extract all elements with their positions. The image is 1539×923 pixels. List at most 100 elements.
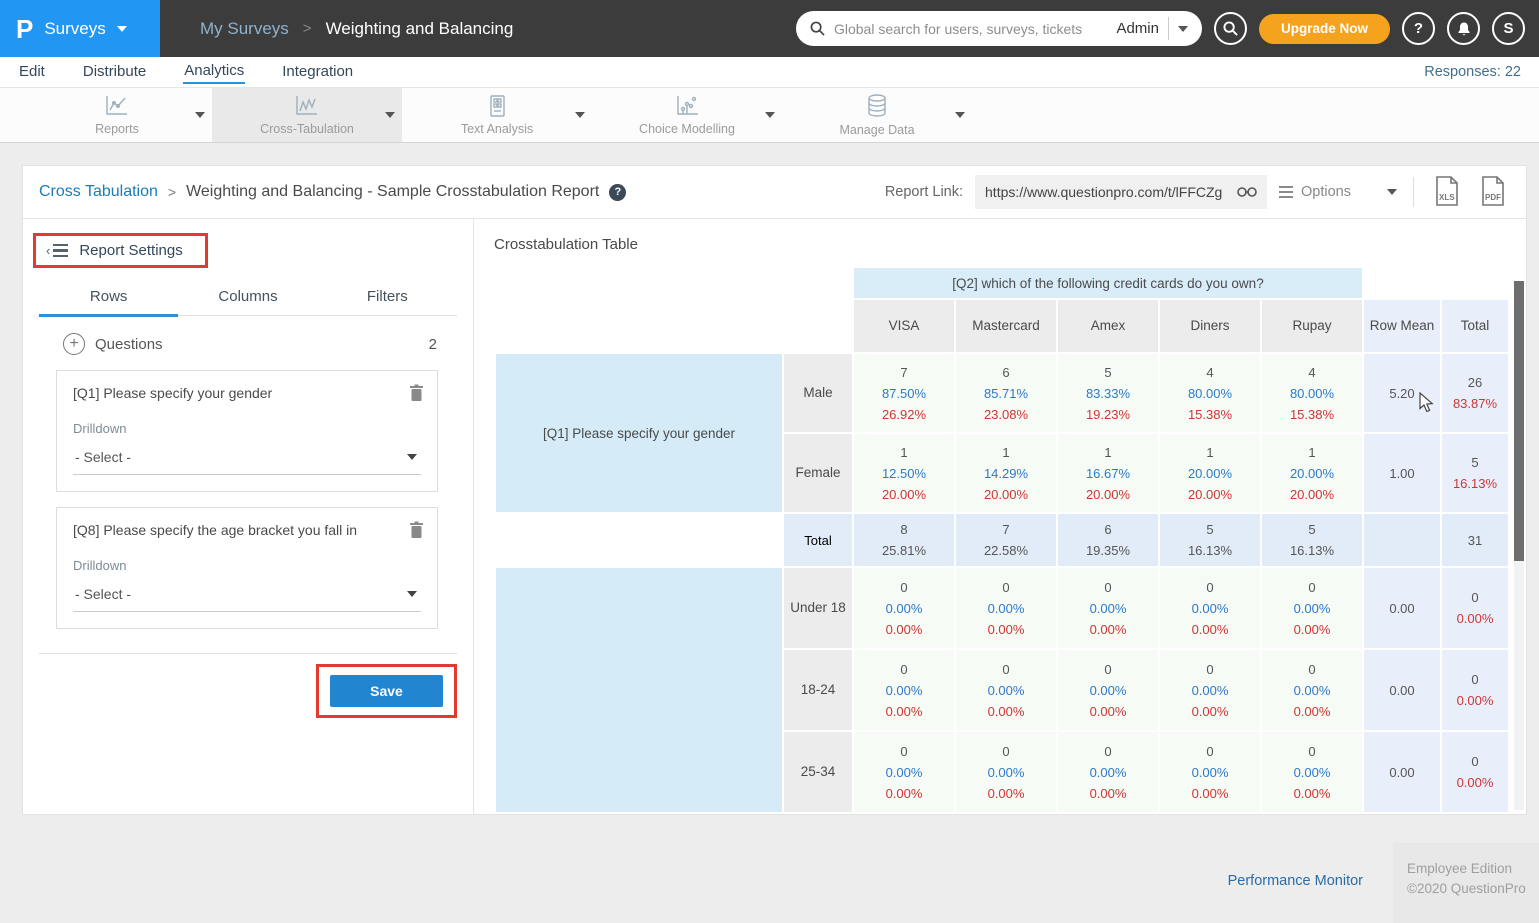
breadcrumb: My Surveys > Weighting and Balancing <box>200 0 513 57</box>
cell-value: 12.50% <box>854 463 954 484</box>
tab-distribute[interactable]: Distribute <box>82 61 147 83</box>
tab-edit[interactable]: Edit <box>18 61 46 83</box>
tool-label: Reports <box>95 122 139 136</box>
drilldown-select[interactable]: - Select - <box>73 449 421 475</box>
xls-file-icon: XLS <box>1434 176 1460 206</box>
scatter-chart-icon <box>673 94 701 118</box>
report-header-bar: Cross Tabulation > Weighting and Balanci… <box>23 166 1526 219</box>
help-button[interactable]: ? <box>1402 12 1435 45</box>
copyright-label: ©2020 QuestionPro <box>1407 879 1539 899</box>
notifications-button[interactable] <box>1447 12 1480 45</box>
cell-value: 0 <box>1160 741 1260 762</box>
cell-value: 1 <box>1160 442 1260 463</box>
crosstab-data-cell: 00.00%0.00% <box>1160 650 1260 730</box>
drilldown-select[interactable]: - Select - <box>73 586 421 612</box>
help-icon[interactable]: ? <box>609 184 626 201</box>
crosstab-data-cell: 00.00%0.00% <box>1058 568 1158 648</box>
report-settings-toggle[interactable]: ‹ Report Settings <box>33 233 208 268</box>
cell-value: 20.00% <box>1160 484 1260 505</box>
product-menu[interactable]: P Surveys <box>0 0 160 57</box>
crosstab-row: Under 1800.00%0.00%00.00%0.00%00.00%0.00… <box>496 568 1508 648</box>
crosstab-data-cell: 120.00%20.00% <box>1160 434 1260 512</box>
report-settings-panel: ‹ Report Settings Rows Columns Filters +… <box>23 219 473 814</box>
questions-header: + Questions 2 <box>63 333 437 355</box>
question-title: [Q1] Please specify your gender <box>73 385 421 401</box>
delete-question-button[interactable] <box>409 521 424 542</box>
edition-box: Employee Edition ©2020 QuestionPro <box>1393 843 1539 923</box>
cell-value: 0 <box>1262 659 1362 680</box>
crosstab-data-cell: 00.00%0.00% <box>854 568 954 648</box>
chevron-down-icon[interactable] <box>195 112 205 118</box>
cell-value: 16.13% <box>1262 540 1362 561</box>
chevron-down-icon[interactable] <box>765 112 775 118</box>
search-button[interactable] <box>1214 12 1247 45</box>
crosstab-data-cell: 583.33%19.23% <box>1058 354 1158 432</box>
row-mean-header: Row Mean <box>1364 300 1440 352</box>
crosstab-data-cell: 480.00%15.38% <box>1262 354 1362 432</box>
performance-monitor-link[interactable]: Performance Monitor <box>1228 873 1363 889</box>
tool-cross-tabulation[interactable]: Cross-Tabulation <box>212 88 402 142</box>
divider <box>39 653 457 654</box>
row-label: Under 18 <box>784 568 852 648</box>
cell-value: 0.00% <box>956 598 1056 619</box>
cell-value: 20.00% <box>1160 463 1260 484</box>
breadcrumb-parent-link[interactable]: My Surveys <box>200 19 289 39</box>
cell-value: 0 <box>956 659 1056 680</box>
cell-value: 0.00 <box>1364 598 1440 619</box>
divider <box>1413 177 1414 207</box>
crosstab-row: [Q1] Please specify your genderMale787.5… <box>496 354 1508 432</box>
cell-value: 0.00% <box>1058 701 1158 722</box>
product-menu-label: Surveys <box>44 19 105 39</box>
tool-manage-data[interactable]: Manage Data <box>782 88 972 142</box>
cell-value: 22.58% <box>956 540 1056 561</box>
chevron-down-icon[interactable] <box>575 112 585 118</box>
tool-choice-modelling[interactable]: Choice Modelling <box>592 88 782 142</box>
row-mean-cell: 5.20 <box>1364 354 1440 432</box>
drilldown-label: Drilldown <box>73 558 421 573</box>
responses-count[interactable]: Responses: 22 <box>1424 64 1521 80</box>
edition-label: Employee Edition <box>1407 859 1539 879</box>
user-avatar[interactable]: S <box>1492 12 1525 45</box>
chevron-down-icon[interactable] <box>1387 189 1397 195</box>
cell-value: 5 <box>1058 362 1158 383</box>
cell-value: 0.00% <box>956 783 1056 804</box>
tab-rows[interactable]: Rows <box>39 288 178 317</box>
bell-icon <box>1456 21 1472 37</box>
total-row-label: Total <box>784 514 852 566</box>
cell-value: 0.00% <box>1058 598 1158 619</box>
crosstab-data-cell: 00.00%0.00% <box>1262 568 1362 648</box>
report-url[interactable]: https://www.questionpro.com/t/lFFCZg <box>985 184 1229 200</box>
tab-analytics[interactable]: Analytics <box>183 60 245 84</box>
cell-value: 1 <box>1058 442 1158 463</box>
upgrade-now-button[interactable]: Upgrade Now <box>1259 14 1390 44</box>
search-input[interactable] <box>834 21 1107 37</box>
crosstab-table: [Q2] which of the following credit cards… <box>494 266 1510 814</box>
add-question-button[interactable]: + <box>63 333 85 355</box>
chevron-down-icon[interactable] <box>385 112 395 118</box>
tab-columns[interactable]: Columns <box>178 288 317 315</box>
tool-reports[interactable]: Reports <box>22 88 212 142</box>
cell-value: 0 <box>956 741 1056 762</box>
tab-integration[interactable]: Integration <box>281 61 354 83</box>
tool-label: Cross-Tabulation <box>260 122 354 136</box>
export-xls-button[interactable]: XLS <box>1430 176 1464 209</box>
row-label: Male <box>784 354 852 432</box>
export-pdf-button[interactable]: PDF <box>1476 176 1510 209</box>
options-menu[interactable]: Options <box>1279 184 1397 200</box>
cell-value: 0.00% <box>1058 680 1158 701</box>
save-button[interactable]: Save <box>330 675 443 707</box>
search-scope[interactable]: Admin <box>1116 20 1159 37</box>
tab-filters[interactable]: Filters <box>318 288 457 315</box>
cross-tabulation-link[interactable]: Cross Tabulation <box>39 183 158 201</box>
settings-tabs: Rows Columns Filters <box>39 288 457 316</box>
cell-value: 0.00% <box>854 619 954 640</box>
chevron-down-icon[interactable] <box>955 112 965 118</box>
delete-question-button[interactable] <box>409 384 424 405</box>
report-link-field[interactable]: https://www.questionpro.com/t/lFFCZg <box>975 175 1267 209</box>
crosstab-data-cell: 00.00%0.00% <box>1160 732 1260 812</box>
question-card-q1: [Q1] Please specify your gender Drilldow… <box>56 370 438 492</box>
tool-text-analysis[interactable]: Text Analysis <box>402 88 592 142</box>
scrollbar-thumb[interactable] <box>1514 281 1524 561</box>
chevron-down-icon[interactable] <box>1178 26 1188 32</box>
global-search[interactable]: Admin <box>796 11 1202 46</box>
